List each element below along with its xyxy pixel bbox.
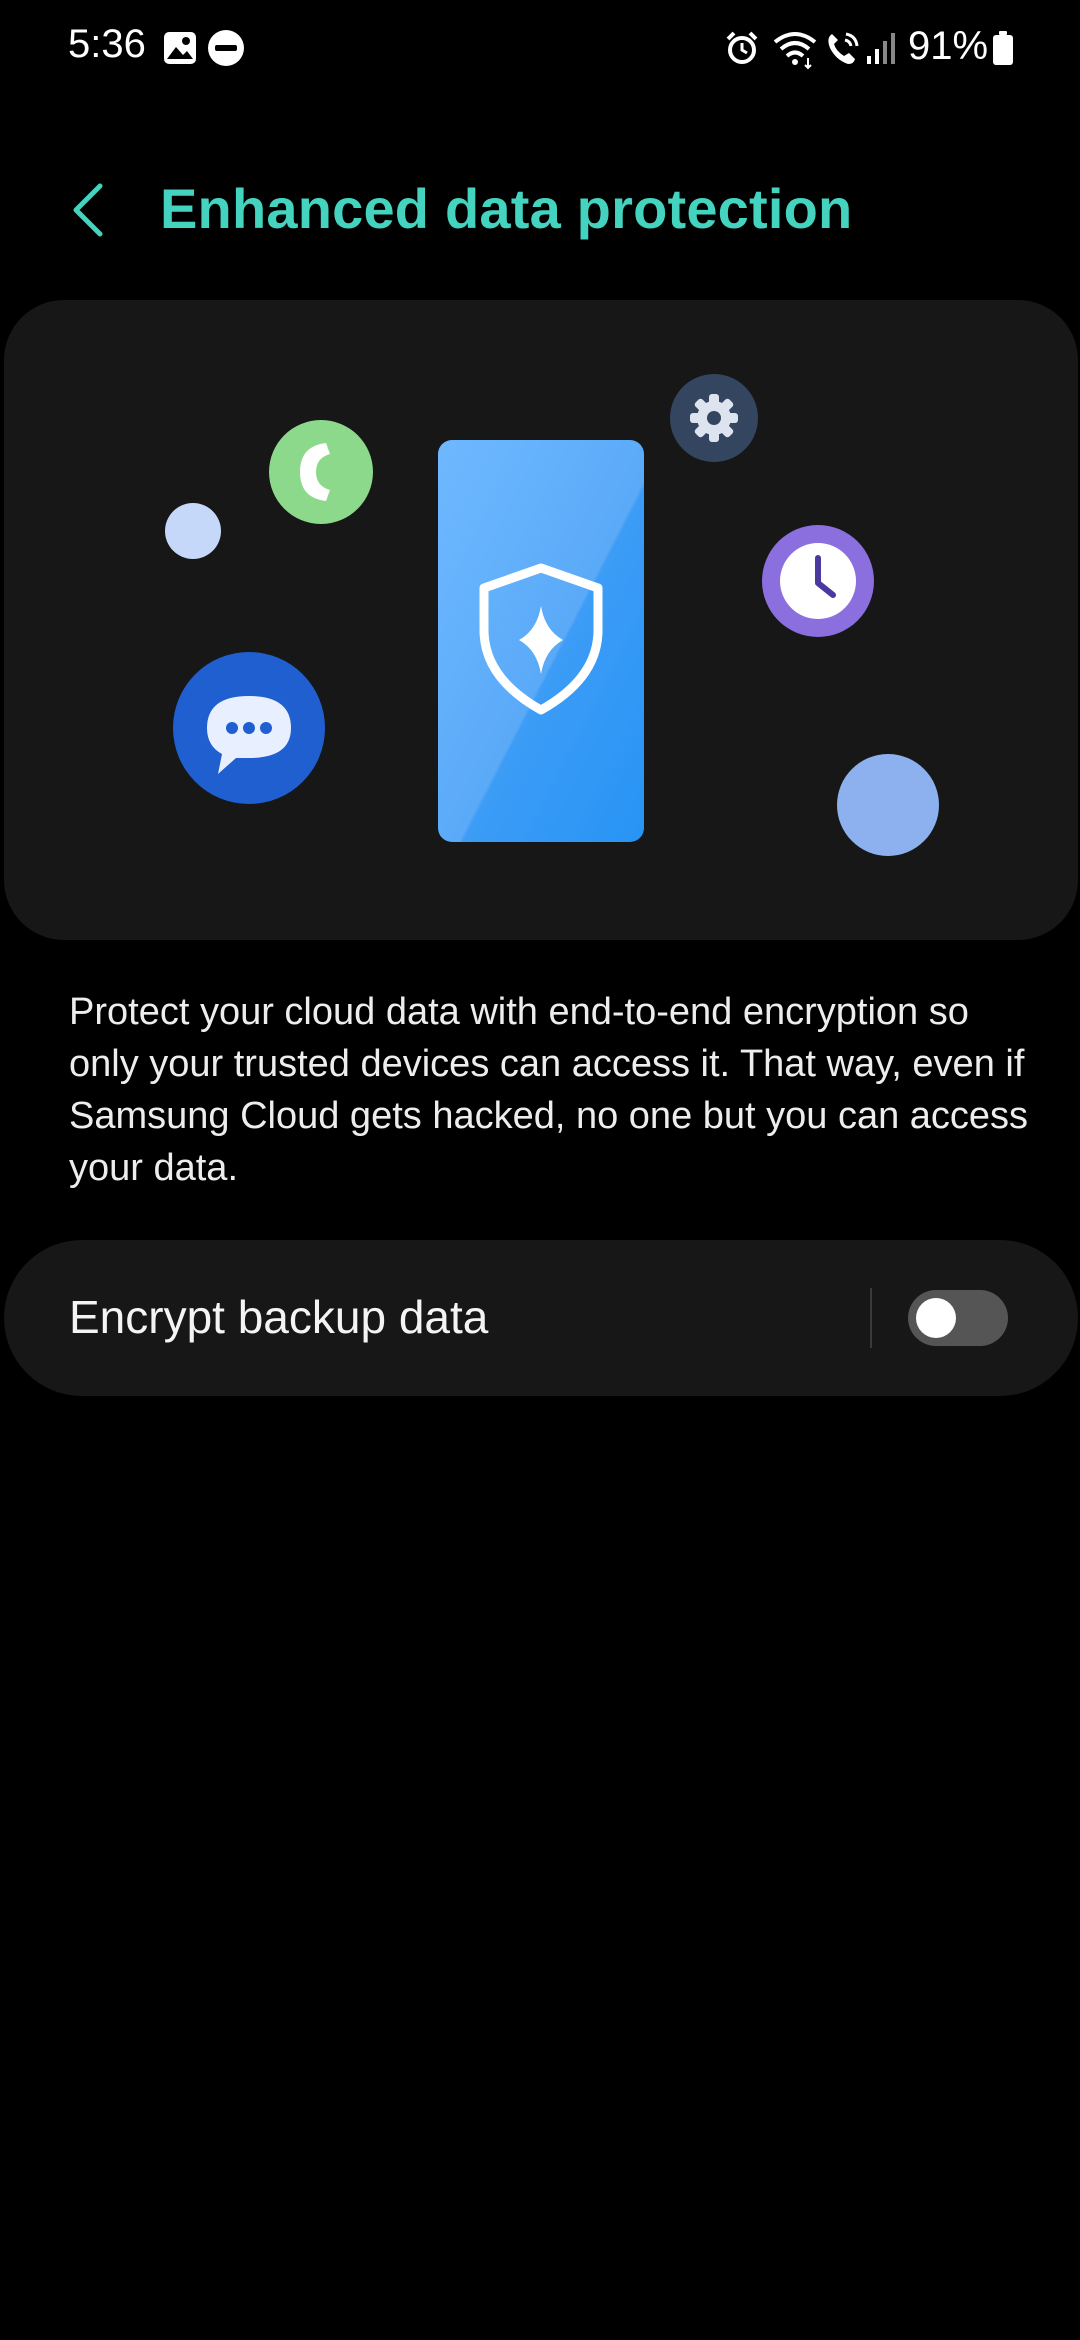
status-bar: 5:36 91% xyxy=(0,0,1080,96)
description-text: Protect your cloud data with end-to-end … xyxy=(69,991,1029,1189)
status-time: 5:36 xyxy=(68,22,146,66)
chat-icon xyxy=(173,652,325,804)
battery-icon xyxy=(993,31,1013,65)
battery-percent: 91% xyxy=(908,24,989,68)
do-not-disturb-icon xyxy=(208,30,244,66)
page-title: Enhanced data protection xyxy=(160,177,853,240)
illustration-card xyxy=(4,300,1078,940)
encrypt-backup-label: Encrypt backup data xyxy=(69,1291,489,1343)
encrypt-backup-setting-row[interactable]: Encrypt backup data xyxy=(4,1240,1078,1396)
back-button[interactable] xyxy=(56,172,120,248)
phone-shield-icon xyxy=(438,440,644,842)
call-icon xyxy=(269,420,373,524)
decorative-dot xyxy=(165,503,221,559)
encrypt-backup-toggle[interactable] xyxy=(908,1290,1008,1346)
wifi-icon xyxy=(773,32,817,70)
signal-icon xyxy=(867,33,895,64)
illustration xyxy=(165,374,939,856)
toggle-knob xyxy=(916,1298,956,1338)
settings-icon xyxy=(670,374,758,462)
gallery-notification-icon xyxy=(164,32,196,64)
divider xyxy=(870,1288,872,1348)
alarm-icon xyxy=(726,31,758,64)
wifi-calling-icon xyxy=(828,32,859,64)
decorative-dot xyxy=(837,754,939,856)
clock-icon xyxy=(762,525,874,637)
chevron-left-icon xyxy=(73,183,103,237)
